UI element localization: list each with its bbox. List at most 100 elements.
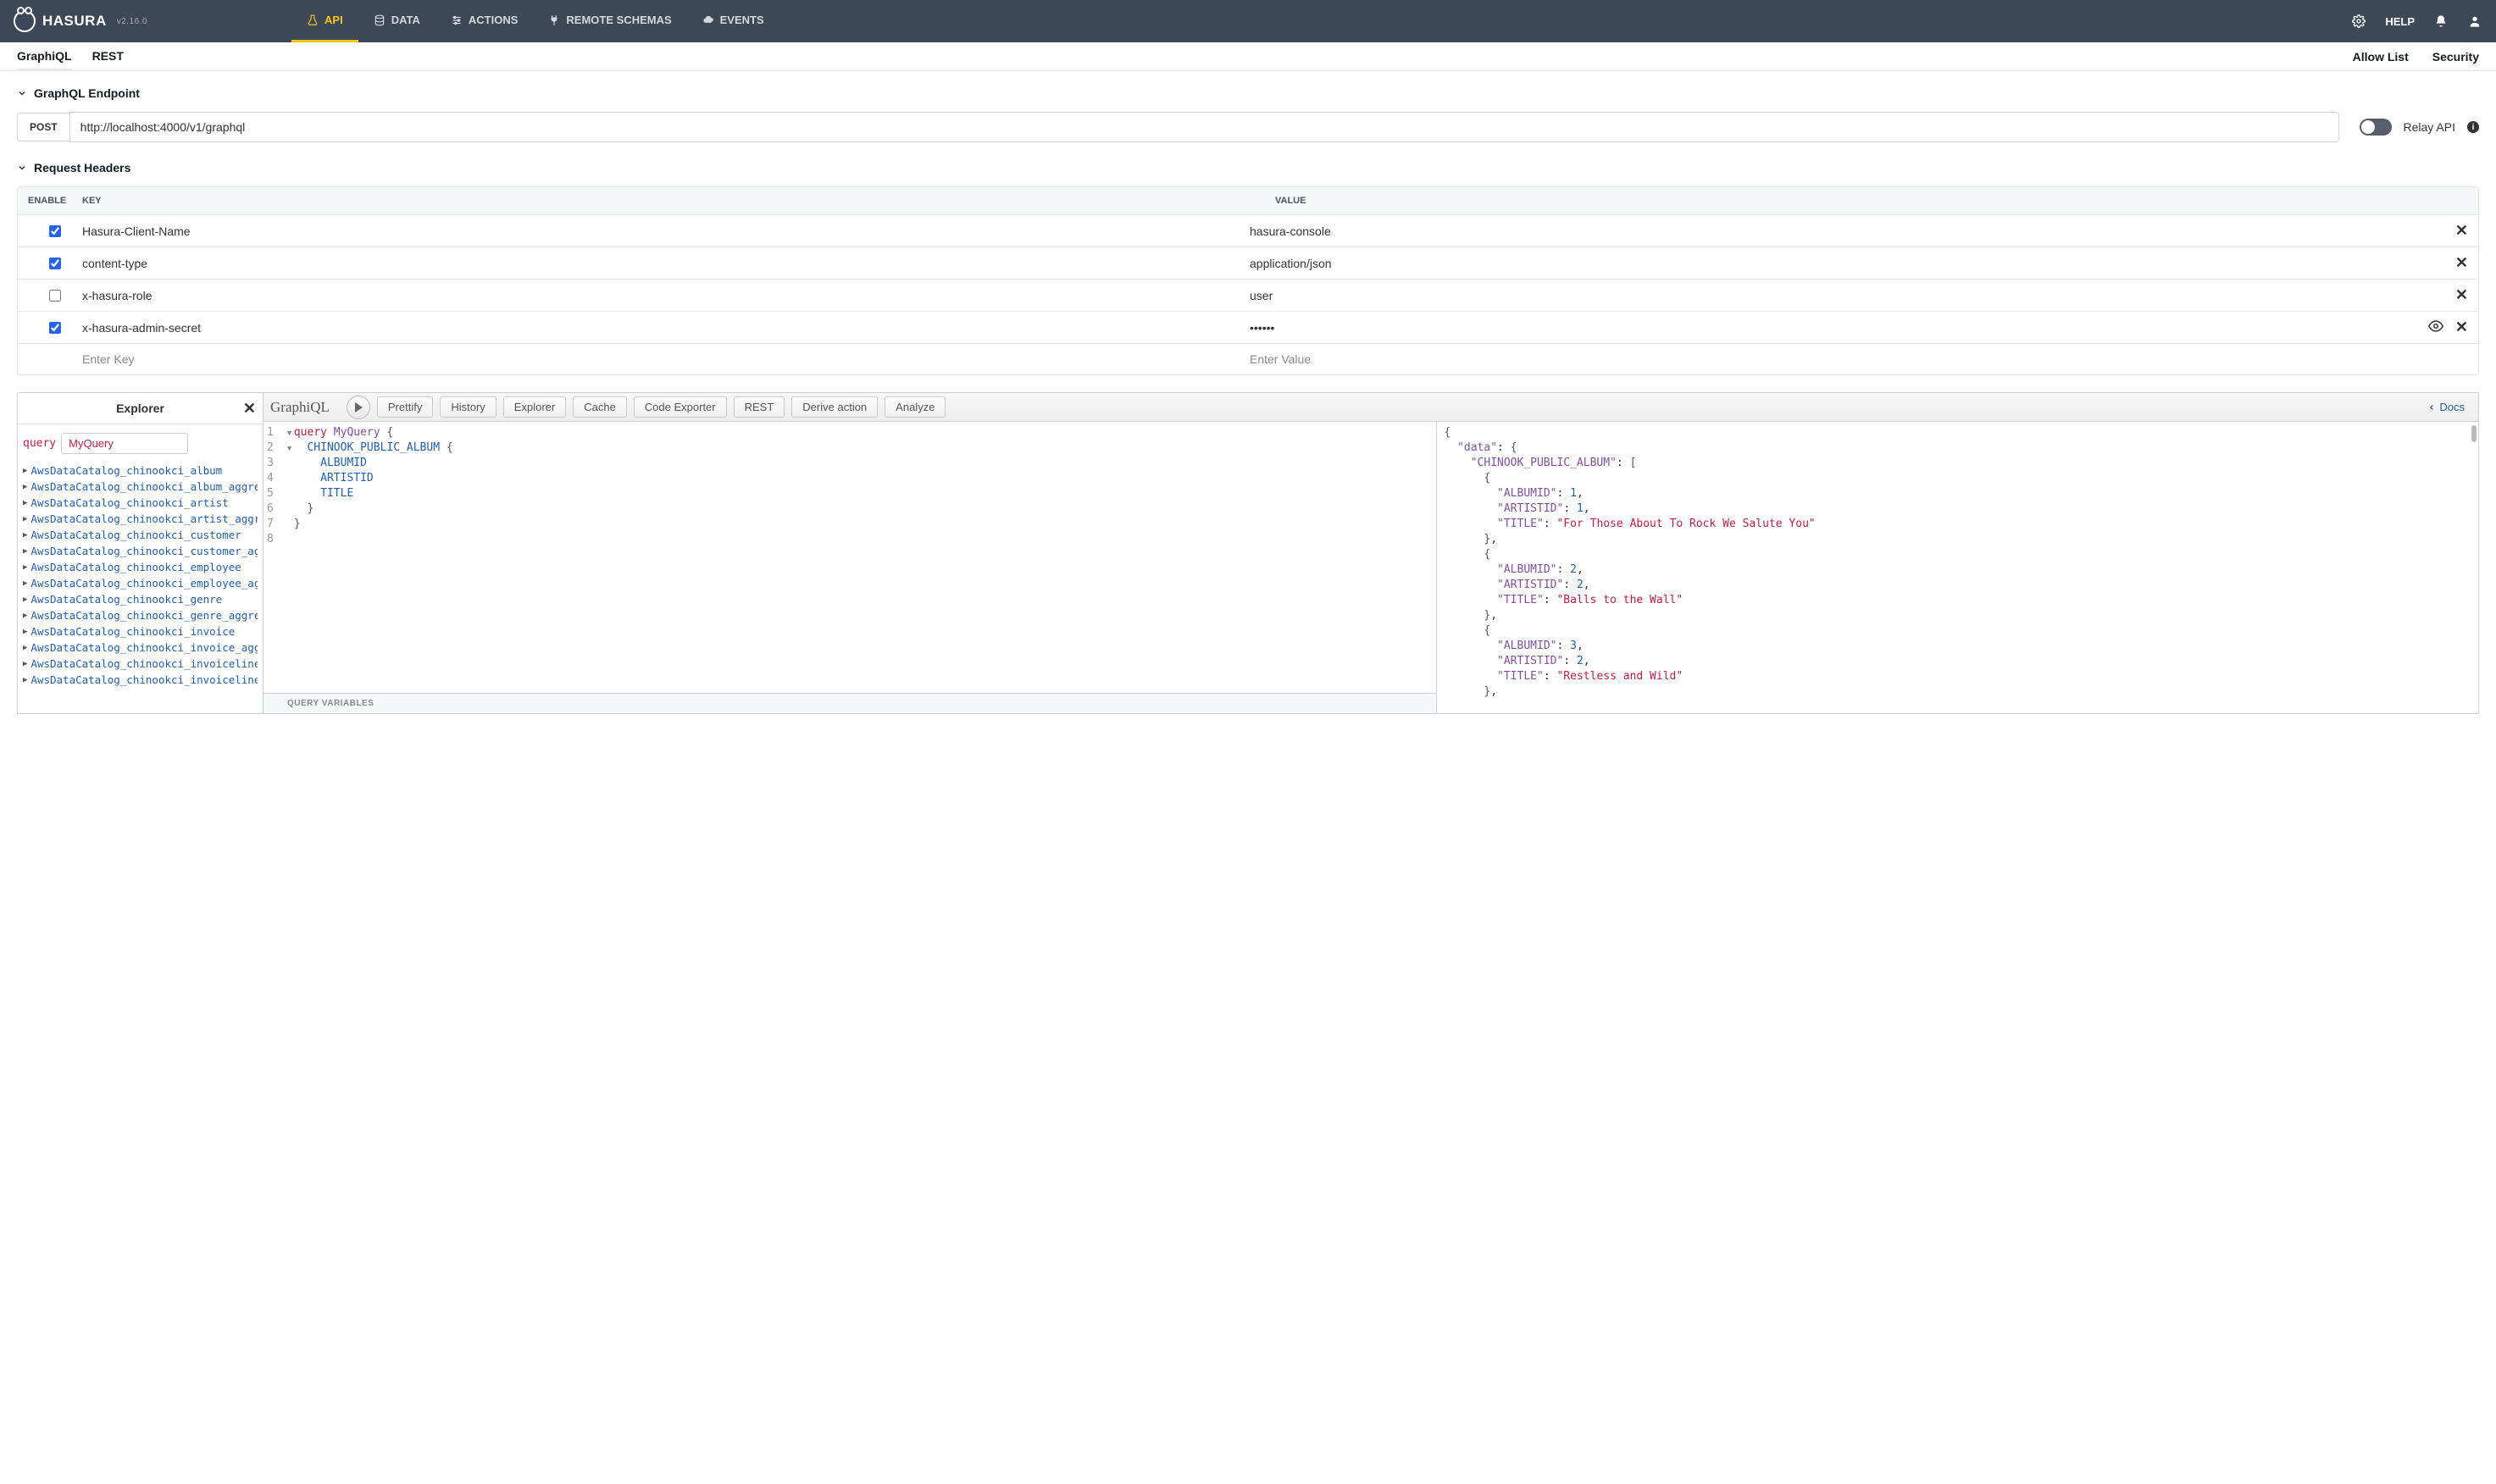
explorer-item[interactable]: ▶AwsDataCatalog_chinookci_customer_aggre… xyxy=(23,543,258,559)
execute-button[interactable] xyxy=(347,396,370,419)
remove-header-icon[interactable]: ✕ xyxy=(2455,286,2468,304)
nav-tab-actions[interactable]: ACTIONS xyxy=(435,0,534,42)
headers-table: ENABLE KEY VALUE Hasura-Client-Namehasur… xyxy=(17,186,2479,375)
code-line[interactable]: ▼ CHINOOK_PUBLIC_ALBUM { xyxy=(287,440,1430,456)
caret-right-icon: ▶ xyxy=(23,467,27,475)
fold-caret-icon[interactable]: ▼ xyxy=(287,441,294,457)
top-nav: HASURA v2.16.0 APIDATAACTIONSREMOTE SCHE… xyxy=(0,0,2496,42)
explorer-item[interactable]: ▶AwsDataCatalog_chinookci_album_aggregat… xyxy=(23,479,258,495)
code-line[interactable]: ARTISTID xyxy=(287,471,1430,486)
remove-header-icon[interactable]: ✕ xyxy=(2455,318,2468,336)
notifications-icon[interactable] xyxy=(2433,14,2449,29)
query-variables-header[interactable]: QUERY VARIABLES xyxy=(263,693,1436,713)
close-icon[interactable]: ✕ xyxy=(243,400,256,418)
header-value[interactable]: hasura-console xyxy=(1250,224,2417,238)
caret-right-icon: ▶ xyxy=(23,660,27,668)
explorer-item[interactable]: ▶AwsDataCatalog_chinookci_genre xyxy=(23,591,258,607)
sub-nav: GraphiQL REST Allow List Security xyxy=(0,42,2496,71)
subnav-link-allow-list[interactable]: Allow List xyxy=(2353,50,2409,64)
caret-right-icon: ▶ xyxy=(23,515,27,523)
toolbar-explorer-button[interactable]: Explorer xyxy=(503,396,566,418)
endpoint-section-header[interactable]: GraphQL Endpoint xyxy=(17,86,2479,100)
query-keyword: query xyxy=(23,437,56,450)
explorer-item[interactable]: ▶AwsDataCatalog_chinookci_genre_aggregat… xyxy=(23,607,258,623)
settings-icon[interactable] xyxy=(2351,14,2366,29)
explorer-item[interactable]: ▶AwsDataCatalog_chinookci_employee xyxy=(23,559,258,575)
chevron-down-icon xyxy=(17,163,27,173)
result-line: "CHINOOK_PUBLIC_ALBUM": [ xyxy=(1444,456,2471,471)
header-value[interactable]: user xyxy=(1250,289,2417,302)
subnav-link-security[interactable]: Security xyxy=(2432,50,2479,64)
header-value[interactable]: application/json xyxy=(1250,257,2417,270)
scrollbar-indicator[interactable] xyxy=(2471,425,2477,442)
explorer-item[interactable]: ▶AwsDataCatalog_chinookci_customer xyxy=(23,527,258,543)
new-header-value-input[interactable] xyxy=(1250,351,2417,368)
caret-right-icon: ▶ xyxy=(23,499,27,507)
toolbar-prettify-button[interactable]: Prettify xyxy=(377,396,433,418)
code-line[interactable] xyxy=(287,532,1430,547)
header-key[interactable]: content-type xyxy=(82,257,1250,270)
toolbar-analyze-button[interactable]: Analyze xyxy=(885,396,946,418)
info-icon[interactable]: i xyxy=(2467,121,2479,133)
remove-header-icon[interactable]: ✕ xyxy=(2455,254,2468,272)
nav-tab-remote-schemas[interactable]: REMOTE SCHEMAS xyxy=(533,0,686,42)
headers-title: Request Headers xyxy=(34,161,130,174)
docs-button[interactable]: Docs xyxy=(2421,401,2471,413)
user-icon[interactable] xyxy=(2467,14,2482,29)
new-header-key-input[interactable] xyxy=(82,351,1250,368)
explorer-item[interactable]: ▶AwsDataCatalog_chinookci_invoiceline_ag… xyxy=(23,672,258,688)
header-enable-checkbox[interactable] xyxy=(49,322,61,334)
relay-toggle[interactable] xyxy=(2360,119,2392,136)
headers-section-header[interactable]: Request Headers xyxy=(17,161,2479,174)
nav-tab-data[interactable]: DATA xyxy=(358,0,435,42)
header-key[interactable]: x-hasura-role xyxy=(82,289,1250,302)
result-line: { xyxy=(1444,471,2471,486)
remove-header-icon[interactable]: ✕ xyxy=(2455,222,2468,240)
explorer-item[interactable]: ▶AwsDataCatalog_chinookci_album xyxy=(23,462,258,479)
explorer-item[interactable]: ▶AwsDataCatalog_chinookci_artist xyxy=(23,495,258,511)
toolbar-history-button[interactable]: History xyxy=(440,396,496,418)
result-line: { xyxy=(1444,547,2471,562)
query-name-input[interactable] xyxy=(61,433,188,454)
header-enable-checkbox[interactable] xyxy=(49,257,61,269)
result-line: "TITLE": "Balls to the Wall" xyxy=(1444,593,2471,608)
help-link[interactable]: HELP xyxy=(2385,15,2415,28)
toolbar-code-exporter-button[interactable]: Code Exporter xyxy=(634,396,727,418)
result-line: "ARTISTID": 1, xyxy=(1444,501,2471,517)
header-value[interactable]: •••••• xyxy=(1250,321,2417,335)
database-icon xyxy=(374,14,385,26)
result-line: "ARTISTID": 2, xyxy=(1444,578,2471,593)
nav-tab-api[interactable]: API xyxy=(291,0,358,42)
http-method-badge: POST xyxy=(17,113,69,141)
header-key[interactable]: Hasura-Client-Name xyxy=(82,224,1250,238)
code-line[interactable]: } xyxy=(287,501,1430,517)
header-enable-checkbox[interactable] xyxy=(49,225,61,237)
explorer-item[interactable]: ▶AwsDataCatalog_chinookci_invoice_aggreg… xyxy=(23,640,258,656)
endpoint-url-input[interactable] xyxy=(69,112,2339,142)
query-editor[interactable]: 12345678 ▼query MyQuery {▼ CHINOOK_PUBLI… xyxy=(263,422,1437,713)
fold-caret-icon[interactable]: ▼ xyxy=(287,426,294,441)
explorer-panel: Explorer ✕ query ▶AwsDataCatalog_chinook… xyxy=(18,393,263,713)
code-line[interactable]: ▼query MyQuery { xyxy=(287,425,1430,440)
header-key[interactable]: x-hasura-admin-secret xyxy=(82,321,1250,335)
subnav-tab-graphiql[interactable]: GraphiQL xyxy=(17,42,72,70)
toolbar-derive-action-button[interactable]: Derive action xyxy=(791,396,878,418)
result-line: }, xyxy=(1444,608,2471,623)
explorer-item[interactable]: ▶AwsDataCatalog_chinookci_invoice xyxy=(23,623,258,640)
brand-logo[interactable]: HASURA v2.16.0 xyxy=(14,10,147,32)
header-enable-checkbox[interactable] xyxy=(49,290,61,302)
brand-version: v2.16.0 xyxy=(117,17,147,26)
nav-tab-events[interactable]: EVENTS xyxy=(687,0,779,42)
toolbar-rest-button[interactable]: REST xyxy=(734,396,785,418)
code-line[interactable]: } xyxy=(287,517,1430,532)
explorer-item[interactable]: ▶AwsDataCatalog_chinookci_employee_aggre… xyxy=(23,575,258,591)
result-pane[interactable]: { "data": { "CHINOOK_PUBLIC_ALBUM": [ { … xyxy=(1437,422,2478,713)
explorer-item[interactable]: ▶AwsDataCatalog_chinookci_invoiceline xyxy=(23,656,258,672)
eye-icon[interactable] xyxy=(2428,318,2443,336)
explorer-item[interactable]: ▶AwsDataCatalog_chinookci_artist_aggrega… xyxy=(23,511,258,527)
subnav-tab-rest[interactable]: REST xyxy=(92,42,124,70)
code-line[interactable]: ALBUMID xyxy=(287,456,1430,471)
code-line[interactable]: TITLE xyxy=(287,486,1430,501)
header-row: x-hasura-roleuser ✕ xyxy=(18,279,2478,311)
toolbar-cache-button[interactable]: Cache xyxy=(573,396,627,418)
